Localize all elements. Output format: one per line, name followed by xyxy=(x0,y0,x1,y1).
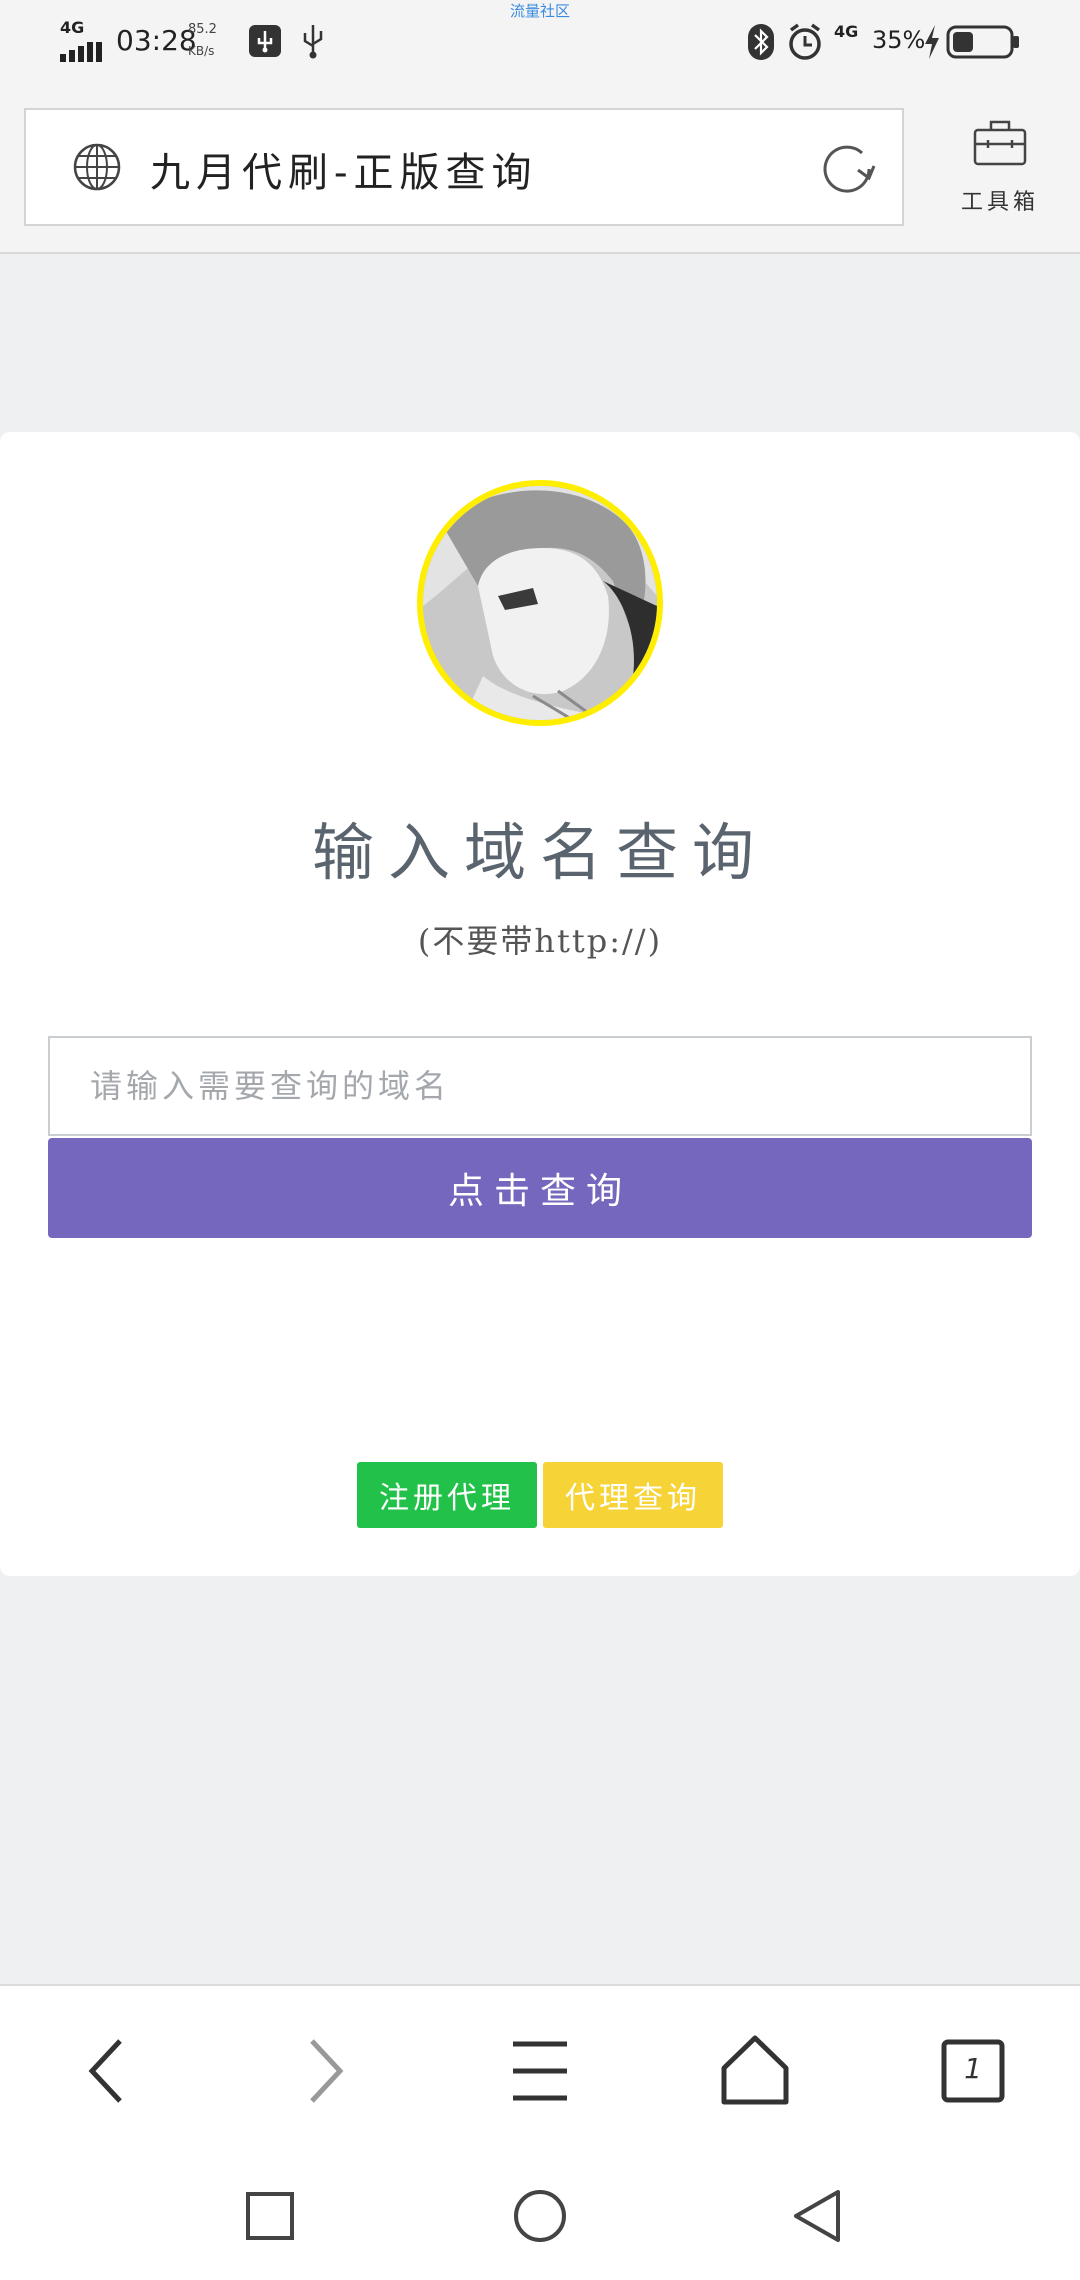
network-type-right: 4G xyxy=(834,22,859,41)
usb-debug-icon xyxy=(249,25,281,57)
page-title: 九月代刷-正版查询 xyxy=(150,150,538,196)
status-time: 03:28 xyxy=(116,24,197,57)
usb-icon xyxy=(303,25,323,59)
page-heading: 输入域名查询 xyxy=(311,816,768,889)
register-agent-button[interactable]: 注册代理 xyxy=(357,1462,537,1528)
browser-bottom-nav: 1 xyxy=(0,1984,1080,2154)
square-recents-icon[interactable] xyxy=(238,2184,302,2248)
charging-icon xyxy=(925,25,939,59)
toolbox-button[interactable]: 工具箱 xyxy=(940,114,1060,224)
url-box[interactable]: 九月代刷-正版查询 xyxy=(24,108,904,226)
battery-icon xyxy=(946,25,1019,59)
tabs-button[interactable]: 1 xyxy=(928,2026,1018,2116)
refresh-icon[interactable] xyxy=(818,140,876,198)
home-icon[interactable] xyxy=(710,2026,800,2116)
avatar-image xyxy=(423,486,657,720)
circle-home-icon[interactable] xyxy=(508,2184,572,2248)
back-arrow-icon[interactable] xyxy=(62,2026,152,2116)
toolbox-label: 工具箱 xyxy=(960,190,1039,215)
page-subheading: (不要带http://) xyxy=(417,922,663,960)
signal-bars-icon xyxy=(60,42,102,62)
menu-icon[interactable] xyxy=(495,2026,585,2116)
query-button[interactable]: 点击查询 xyxy=(48,1138,1032,1238)
forward-arrow-icon[interactable] xyxy=(280,2026,370,2116)
status-bar: 流量社区 4G 03:28 85.2 KB/s 4G 35% xyxy=(0,0,1080,90)
agent-query-button[interactable]: 代理查询 xyxy=(543,1462,723,1528)
globe-icon xyxy=(73,143,121,191)
battery-percent: 35% xyxy=(872,26,926,54)
network-type: 4G xyxy=(60,18,85,37)
net-speed-value: 85.2 xyxy=(188,22,217,37)
tab-count: 1 xyxy=(964,2052,982,2085)
net-speed-unit: KB/s xyxy=(188,44,215,58)
toolbox-icon xyxy=(973,120,1027,166)
query-card: 输入域名查询 (不要带http://) 点击查询 注册代理 代理查询 xyxy=(0,432,1080,1576)
browser-address-bar: 九月代刷-正版查询 工具箱 xyxy=(0,90,1080,254)
avatar xyxy=(417,480,663,726)
system-nav-bar xyxy=(0,2152,1080,2280)
bluetooth-icon xyxy=(748,24,774,60)
status-center-text: 流量社区 xyxy=(509,2,570,20)
signal-indicator: 4G xyxy=(60,18,104,62)
alarm-icon xyxy=(789,23,821,60)
domain-input[interactable] xyxy=(48,1036,1032,1136)
triangle-back-icon[interactable] xyxy=(786,2184,850,2248)
